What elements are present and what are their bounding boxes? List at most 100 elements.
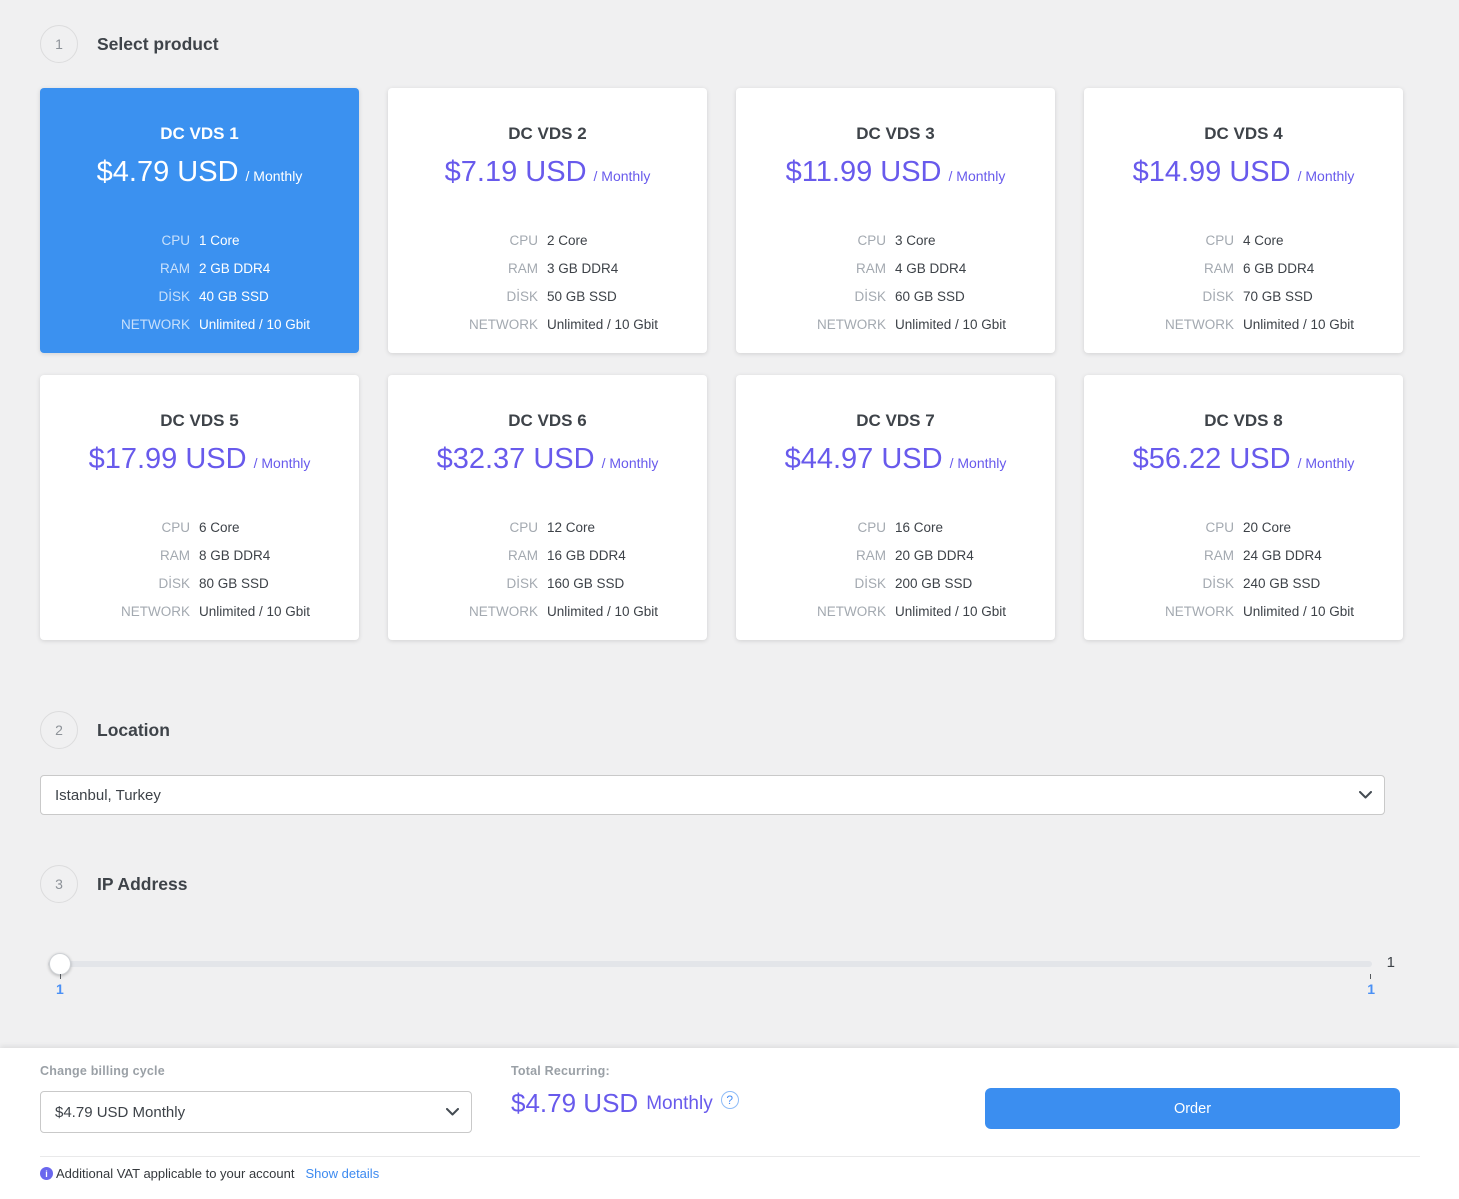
spec-row-ram: RAM 16 GB DDR4	[388, 548, 707, 563]
billing-cycle-select[interactable]: $4.79 USD Monthly	[40, 1091, 472, 1133]
spec-label-network: NETWORK	[388, 604, 538, 619]
product-price-row: $17.99 USD / Monthly	[40, 443, 359, 476]
product-card[interactable]: DC VDS 8 $56.22 USD / Monthly CPU 20 Cor…	[1084, 375, 1403, 640]
spec-label-ram: RAM	[1084, 548, 1234, 563]
show-details-link[interactable]: Show details	[305, 1166, 379, 1181]
product-specs: CPU 2 Core RAM 3 GB DDR4 DİSK 50 GB SSD …	[388, 233, 707, 332]
product-card[interactable]: DC VDS 4 $14.99 USD / Monthly CPU 4 Core…	[1084, 88, 1403, 353]
product-price-row: $44.97 USD / Monthly	[736, 443, 1055, 476]
spec-value-network: Unlimited / 10 Gbit	[547, 317, 707, 332]
spec-row-ram: RAM 24 GB DDR4	[1084, 548, 1403, 563]
spec-row-network: NETWORK Unlimited / 10 Gbit	[1084, 604, 1403, 619]
spec-row-cpu: CPU 1 Core	[40, 233, 359, 248]
spec-value-network: Unlimited / 10 Gbit	[1243, 604, 1403, 619]
ip-slider-value: 1	[1387, 954, 1395, 971]
spec-value-cpu: 4 Core	[1243, 233, 1403, 248]
order-button[interactable]: Order	[985, 1088, 1400, 1129]
spec-label-ram: RAM	[388, 548, 538, 563]
spec-label-cpu: CPU	[40, 233, 190, 248]
spec-row-ram: RAM 3 GB DDR4	[388, 261, 707, 276]
product-price: $14.99 USD	[1133, 156, 1291, 189]
spec-value-network: Unlimited / 10 Gbit	[895, 317, 1055, 332]
spec-label-network: NETWORK	[1084, 317, 1234, 332]
spec-row-disk: DİSK 40 GB SSD	[40, 289, 359, 304]
product-price-row: $32.37 USD / Monthly	[388, 443, 707, 476]
total-recurring-label: Total Recurring:	[511, 1064, 739, 1078]
spec-value-ram: 2 GB DDR4	[199, 261, 359, 276]
product-card[interactable]: DC VDS 5 $17.99 USD / Monthly CPU 6 Core…	[40, 375, 359, 640]
info-icon: i	[40, 1167, 53, 1180]
help-icon[interactable]: ?	[721, 1091, 739, 1109]
spec-row-disk: DİSK 160 GB SSD	[388, 576, 707, 591]
spec-label-cpu: CPU	[1084, 520, 1234, 535]
spec-row-cpu: CPU 16 Core	[736, 520, 1055, 535]
spec-value-cpu: 3 Core	[895, 233, 1055, 248]
section-title-select-product: Select product	[97, 34, 219, 55]
ip-slider-handle[interactable]	[49, 953, 71, 975]
product-billing-period: / Monthly	[950, 455, 1007, 471]
step-number-1: 1	[40, 25, 78, 63]
product-specs: CPU 6 Core RAM 8 GB DDR4 DİSK 80 GB SSD …	[40, 520, 359, 619]
product-specs: CPU 1 Core RAM 2 GB DDR4 DİSK 40 GB SSD …	[40, 233, 359, 332]
spec-row-cpu: CPU 6 Core	[40, 520, 359, 535]
spec-row-cpu: CPU 4 Core	[1084, 233, 1403, 248]
spec-label-disk: DİSK	[1084, 289, 1234, 304]
spec-label-disk: DİSK	[1084, 576, 1234, 591]
spec-label-network: NETWORK	[388, 317, 538, 332]
spec-row-network: NETWORK Unlimited / 10 Gbit	[388, 317, 707, 332]
total-price: $4.79 USD	[511, 1088, 638, 1119]
vat-note-text: Additional VAT applicable to your accoun…	[56, 1166, 294, 1181]
spec-value-disk: 200 GB SSD	[895, 576, 1055, 591]
product-specs: CPU 12 Core RAM 16 GB DDR4 DİSK 160 GB S…	[388, 520, 707, 619]
spec-value-ram: 20 GB DDR4	[895, 548, 1055, 563]
spec-value-disk: 240 GB SSD	[1243, 576, 1403, 591]
product-card[interactable]: DC VDS 1 $4.79 USD / Monthly CPU 1 Core …	[40, 88, 359, 353]
product-card[interactable]: DC VDS 2 $7.19 USD / Monthly CPU 2 Core …	[388, 88, 707, 353]
order-summary-bar: Change billing cycle $4.79 USD Monthly T…	[0, 1048, 1459, 1199]
product-card[interactable]: DC VDS 7 $44.97 USD / Monthly CPU 16 Cor…	[736, 375, 1055, 640]
location-select[interactable]: Istanbul, Turkey	[40, 775, 1385, 815]
product-name: DC VDS 2	[388, 124, 707, 144]
product-price-row: $4.79 USD / Monthly	[40, 156, 359, 189]
product-specs: CPU 4 Core RAM 6 GB DDR4 DİSK 70 GB SSD …	[1084, 233, 1403, 332]
product-price: $11.99 USD	[786, 156, 942, 189]
section-title-location: Location	[97, 720, 170, 741]
step-number-3: 3	[40, 865, 78, 903]
product-billing-period: / Monthly	[1298, 455, 1355, 471]
spec-value-disk: 40 GB SSD	[199, 289, 359, 304]
spec-row-disk: DİSK 200 GB SSD	[736, 576, 1055, 591]
ip-slider-track[interactable]	[48, 961, 1372, 967]
section-title-ip-address: IP Address	[97, 874, 187, 895]
product-name: DC VDS 6	[388, 411, 707, 431]
billing-select-wrap: $4.79 USD Monthly	[40, 1091, 472, 1133]
spec-label-cpu: CPU	[40, 520, 190, 535]
product-price: $4.79 USD	[97, 156, 239, 189]
spec-value-ram: 8 GB DDR4	[199, 548, 359, 563]
spec-row-disk: DİSK 80 GB SSD	[40, 576, 359, 591]
section-header-location: 2 Location	[40, 710, 1419, 750]
ip-slider-min-label: 1	[56, 981, 64, 997]
product-billing-period: / Monthly	[254, 455, 311, 471]
product-billing-period: / Monthly	[1298, 168, 1355, 184]
product-card[interactable]: DC VDS 3 $11.99 USD / Monthly CPU 3 Core…	[736, 88, 1055, 353]
billing-cycle-label: Change billing cycle	[40, 1064, 472, 1078]
product-grid: DC VDS 1 $4.79 USD / Monthly CPU 1 Core …	[40, 88, 1419, 640]
total-period: Monthly	[646, 1093, 713, 1115]
spec-value-disk: 80 GB SSD	[199, 576, 359, 591]
product-name: DC VDS 4	[1084, 124, 1403, 144]
product-price: $17.99 USD	[89, 443, 247, 476]
spec-value-disk: 60 GB SSD	[895, 289, 1055, 304]
spec-label-ram: RAM	[40, 261, 190, 276]
product-price-row: $56.22 USD / Monthly	[1084, 443, 1403, 476]
ip-address-slider: 1 1 1	[40, 951, 1419, 1021]
spec-row-ram: RAM 2 GB DDR4	[40, 261, 359, 276]
spec-label-disk: DİSK	[388, 289, 538, 304]
spec-label-disk: DİSK	[388, 576, 538, 591]
ip-slider-tick-max	[1370, 974, 1371, 979]
billing-cycle-block: Change billing cycle $4.79 USD Monthly	[40, 1064, 472, 1133]
product-specs: CPU 20 Core RAM 24 GB DDR4 DİSK 240 GB S…	[1084, 520, 1403, 619]
product-card[interactable]: DC VDS 6 $32.37 USD / Monthly CPU 12 Cor…	[388, 375, 707, 640]
spec-label-network: NETWORK	[736, 317, 886, 332]
total-recurring-block: Total Recurring: $4.79 USD Monthly ?	[511, 1064, 739, 1119]
footer-divider	[40, 1156, 1420, 1157]
